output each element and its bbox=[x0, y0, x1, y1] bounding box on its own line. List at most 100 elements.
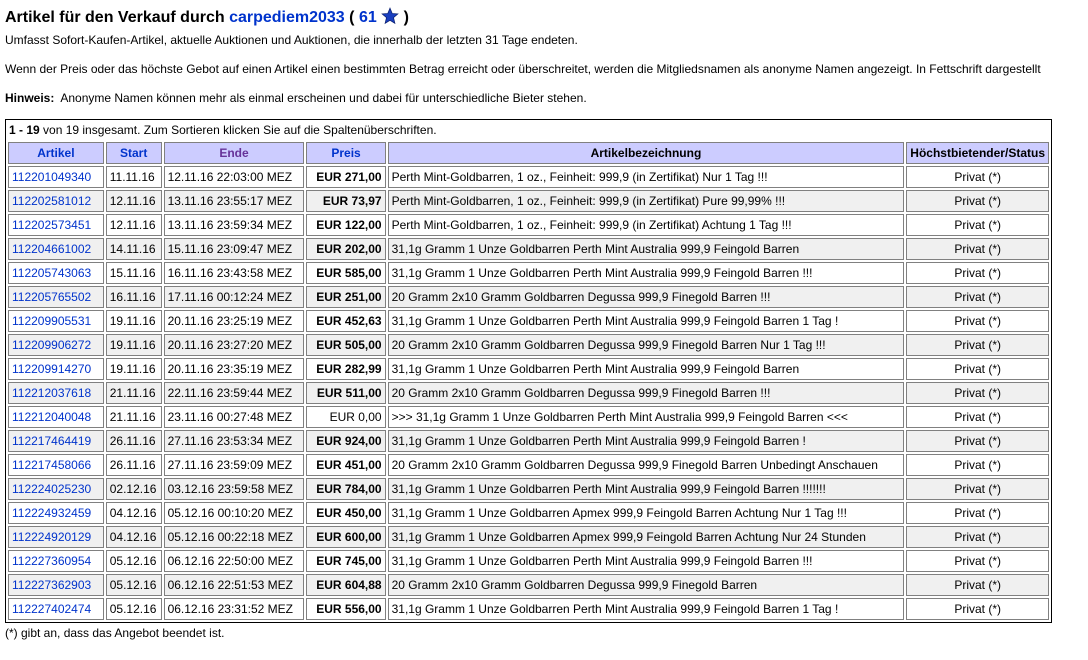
col-header-status: Höchstbietender/Status bbox=[906, 142, 1049, 164]
col-header-start[interactable]: Start bbox=[105, 142, 162, 164]
start-date-cell: 14.11.16 bbox=[105, 238, 162, 260]
bidder-status-cell: Privat (*) bbox=[906, 190, 1049, 212]
item-title-cell: >>> 31,1g Gramm 1 Unze Goldbarren Perth … bbox=[387, 406, 905, 428]
item-title-cell: 31,1g Gramm 1 Unze Goldbarren Perth Mint… bbox=[387, 358, 905, 380]
item-title-cell: 31,1g Gramm 1 Unze Goldbarren Perth Mint… bbox=[387, 478, 905, 500]
item-number-link[interactable]: 112212040048 bbox=[12, 410, 91, 424]
bidder-status-cell: Privat (*) bbox=[906, 574, 1049, 596]
end-date-cell: 05.12.16 00:22:18 MEZ bbox=[163, 526, 305, 548]
start-date-cell: 05.12.16 bbox=[105, 598, 162, 620]
item-title-cell: 31,1g Gramm 1 Unze Goldbarren Perth Mint… bbox=[387, 238, 905, 260]
bidder-status-cell: Privat (*) bbox=[906, 166, 1049, 188]
bidder-status-cell: Privat (*) bbox=[906, 358, 1049, 380]
price-cell: EUR 924,00 bbox=[306, 430, 386, 452]
item-number-link[interactable]: 112227402474 bbox=[12, 602, 91, 616]
item-number-cell: 112227402474 bbox=[8, 598, 104, 620]
item-title-cell: Perth Mint-Goldbarren, 1 oz., Feinheit: … bbox=[387, 214, 905, 236]
price-cell: EUR 505,00 bbox=[306, 334, 386, 356]
bidder-status-cell: Privat (*) bbox=[906, 430, 1049, 452]
start-date-cell: 12.11.16 bbox=[105, 190, 162, 212]
bidder-status-cell: Privat (*) bbox=[906, 598, 1049, 620]
bidder-status-cell: Privat (*) bbox=[906, 382, 1049, 404]
end-date-cell: 03.12.16 23:59:58 MEZ bbox=[163, 478, 305, 500]
table-row: 112224932459 04.12.16 05.12.16 00:10:20 ME… bbox=[8, 502, 1049, 524]
item-number-link[interactable]: 112201049340 bbox=[12, 170, 91, 184]
price-cell: EUR 202,00 bbox=[306, 238, 386, 260]
item-number-link[interactable]: 112204661002 bbox=[12, 242, 91, 256]
item-number-cell: 112217464419 bbox=[8, 430, 104, 452]
seller-link[interactable]: carpediem2033 bbox=[229, 9, 345, 26]
item-number-link[interactable]: 112217458066 bbox=[12, 458, 91, 472]
start-date-cell: 02.12.16 bbox=[105, 478, 162, 500]
item-number-link[interactable]: 112212037618 bbox=[12, 386, 91, 400]
item-number-link[interactable]: 112205765502 bbox=[12, 290, 91, 304]
item-number-link[interactable]: 112227360954 bbox=[12, 554, 91, 568]
table-row: 112217464419 26.11.16 27.11.16 23:53:34 ME… bbox=[8, 430, 1049, 452]
table-row: 112202581012 12.11.16 13.11.16 23:55:17 ME… bbox=[8, 190, 1049, 212]
end-date-cell: 06.12.16 22:51:53 MEZ bbox=[163, 574, 305, 596]
end-date-cell: 06.12.16 23:31:52 MEZ bbox=[163, 598, 305, 620]
price-cell: EUR 122,00 bbox=[306, 214, 386, 236]
feedback-score-link[interactable]: 61 bbox=[359, 9, 377, 26]
start-date-cell: 16.11.16 bbox=[105, 286, 162, 308]
item-number-link[interactable]: 112217464419 bbox=[12, 434, 91, 448]
item-title-cell: 20 Gramm 2x10 Gramm Goldbarren Degussa 9… bbox=[387, 454, 905, 476]
item-number-link[interactable]: 112224920129 bbox=[12, 530, 91, 544]
price-cell: EUR 251,00 bbox=[306, 286, 386, 308]
end-date-cell: 20.11.16 23:27:20 MEZ bbox=[163, 334, 305, 356]
item-number-link[interactable]: 112209914270 bbox=[12, 362, 91, 376]
item-title-cell: 31,1g Gramm 1 Unze Goldbarren Perth Mint… bbox=[387, 550, 905, 572]
end-date-cell: 16.11.16 23:43:58 MEZ bbox=[163, 262, 305, 284]
bidder-status-cell: Privat (*) bbox=[906, 550, 1049, 572]
price-cell: EUR 600,00 bbox=[306, 526, 386, 548]
end-date-cell: 13.11.16 23:55:17 MEZ bbox=[163, 190, 305, 212]
item-number-cell: 112224932459 bbox=[8, 502, 104, 524]
end-date-cell: 06.12.16 22:50:00 MEZ bbox=[163, 550, 305, 572]
item-number-cell: 112209906272 bbox=[8, 334, 104, 356]
item-number-cell: 112205743063 bbox=[8, 262, 104, 284]
table-row: 112204661002 14.11.16 15.11.16 23:09:47 ME… bbox=[8, 238, 1049, 260]
item-title-cell: 31,1g Gramm 1 Unze Goldbarren Perth Mint… bbox=[387, 430, 905, 452]
price-cell: EUR 73,97 bbox=[306, 190, 386, 212]
bidder-status-cell: Privat (*) bbox=[906, 262, 1049, 284]
item-number-link[interactable]: 112209905531 bbox=[12, 314, 91, 328]
end-date-cell: 15.11.16 23:09:47 MEZ bbox=[163, 238, 305, 260]
item-number-link[interactable]: 112202581012 bbox=[12, 194, 91, 208]
price-cell: EUR 585,00 bbox=[306, 262, 386, 284]
item-number-cell: 112209914270 bbox=[8, 358, 104, 380]
col-header-item[interactable]: Artikel bbox=[8, 142, 104, 164]
price-cell: EUR 451,00 bbox=[306, 454, 386, 476]
table-row: 112209914270 19.11.16 20.11.16 23:35:19 ME… bbox=[8, 358, 1049, 380]
col-header-price[interactable]: Preis bbox=[306, 142, 386, 164]
item-title-cell: 31,1g Gramm 1 Unze Goldbarren Apmex 999,… bbox=[387, 526, 905, 548]
price-cell: EUR 556,00 bbox=[306, 598, 386, 620]
table-row: 112209906272 19.11.16 20.11.16 23:27:20 ME… bbox=[8, 334, 1049, 356]
table-row: 112224025230 02.12.16 03.12.16 23:59:58 ME… bbox=[8, 478, 1049, 500]
item-number-link[interactable]: 112202573451 bbox=[12, 218, 91, 232]
table-row: 112217458066 26.11.16 27.11.16 23:59:09 ME… bbox=[8, 454, 1049, 476]
bidder-status-cell: Privat (*) bbox=[906, 310, 1049, 332]
star-icon[interactable] bbox=[381, 7, 399, 25]
table-row: 112205743063 15.11.16 16.11.16 23:43:58 ME… bbox=[8, 262, 1049, 284]
item-number-link[interactable]: 112205743063 bbox=[12, 266, 91, 280]
item-number-cell: 112205765502 bbox=[8, 286, 104, 308]
item-title-cell: 20 Gramm 2x10 Gramm Goldbarren Degussa 9… bbox=[387, 286, 905, 308]
table-row: 112227360954 05.12.16 06.12.16 22:50:00 ME… bbox=[8, 550, 1049, 572]
start-date-cell: 19.11.16 bbox=[105, 358, 162, 380]
item-number-link[interactable]: 112224932459 bbox=[12, 506, 91, 520]
item-number-cell: 112201049340 bbox=[8, 166, 104, 188]
price-cell: EUR 0,00 bbox=[306, 406, 386, 428]
item-number-cell: 112227360954 bbox=[8, 550, 104, 572]
item-number-link[interactable]: 112209906272 bbox=[12, 338, 91, 352]
hint-text: Hinweis: Anonyme Namen können mehr als e… bbox=[5, 91, 587, 105]
page-title: Artikel für den Verkauf durch carpediem2… bbox=[5, 7, 409, 26]
table-row: 112227362903 05.12.16 06.12.16 22:51:53 ME… bbox=[8, 574, 1049, 596]
col-header-end[interactable]: Ende bbox=[163, 142, 305, 164]
bidder-status-cell: Privat (*) bbox=[906, 502, 1049, 524]
item-title-cell: 31,1g Gramm 1 Unze Goldbarren Perth Mint… bbox=[387, 598, 905, 620]
item-number-link[interactable]: 112227362903 bbox=[12, 578, 91, 592]
item-number-link[interactable]: 112224025230 bbox=[12, 482, 91, 496]
price-cell: EUR 745,00 bbox=[306, 550, 386, 572]
col-header-title: Artikelbezeichnung bbox=[387, 142, 905, 164]
price-cell: EUR 604,88 bbox=[306, 574, 386, 596]
